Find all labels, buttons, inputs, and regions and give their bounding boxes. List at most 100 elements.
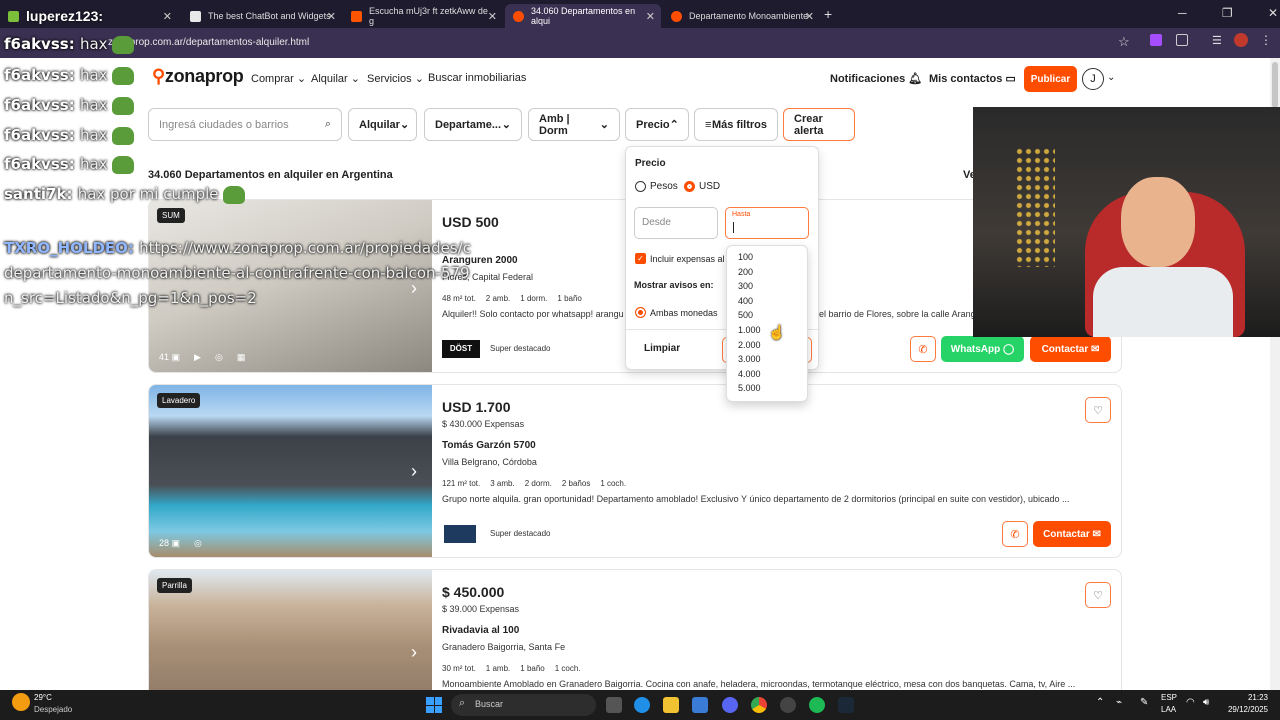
listing-card[interactable]: Lavadero › 28 ▣ ◎ USD 1.700 $ 430.000 Ex… xyxy=(148,384,1122,558)
close-icon[interactable]: ✕ xyxy=(327,10,336,23)
listing-address[interactable]: Tomás Garzón 5700 xyxy=(442,440,536,451)
listing-photo[interactable]: Parrilla › xyxy=(149,570,432,708)
tour-360-icon[interactable]: ◎ xyxy=(215,352,223,363)
tab-music[interactable]: Escucha mUj3r ft zetkAww de g ✕ xyxy=(343,4,503,28)
store-icon[interactable] xyxy=(692,697,708,713)
more-filters-button[interactable]: ≡ Más filtros xyxy=(694,108,778,141)
nav-servicios[interactable]: Servicios ⌄ xyxy=(367,72,424,85)
profile-avatar-icon[interactable] xyxy=(1234,33,1248,47)
contactar-button[interactable]: Contactar ✉ xyxy=(1030,336,1111,362)
price-option[interactable]: 2.000 xyxy=(727,338,807,353)
publisher-logo[interactable] xyxy=(444,525,476,543)
chrome-icon[interactable] xyxy=(751,697,767,713)
price-option[interactable]: 1.000 xyxy=(727,323,807,338)
menu-list-icon[interactable]: ☰ xyxy=(1212,34,1222,47)
clear-button[interactable]: Limpiar xyxy=(644,343,680,354)
favorite-button[interactable]: ♡ xyxy=(1085,397,1111,423)
nav-buscar-inmobiliarias[interactable]: Buscar inmobiliarias xyxy=(428,72,526,84)
close-icon[interactable]: ✕ xyxy=(163,10,172,23)
file-explorer-icon[interactable] xyxy=(663,697,679,713)
windows-start-icon[interactable] xyxy=(426,697,442,713)
extensions-puzzle-icon[interactable] xyxy=(1176,34,1188,46)
tab-zonaprop-detail[interactable]: Departamento Monoambiente ✕ xyxy=(663,4,820,28)
maximize-icon[interactable]: ❐ xyxy=(1222,6,1233,20)
network-icon[interactable]: ⌁ xyxy=(1116,697,1122,708)
chevron-down-icon[interactable]: ⌄ xyxy=(1107,72,1115,83)
github-icon[interactable] xyxy=(780,697,796,713)
wifi-icon[interactable]: ◠ xyxy=(1186,697,1195,708)
weather-temp[interactable]: 29°C xyxy=(34,693,52,702)
zonaprop-logo[interactable]: ⚲zonaprop xyxy=(152,66,244,87)
photo-count[interactable]: 41 ▣ xyxy=(159,352,180,363)
listing-photo[interactable]: SUM › 41 ▣ ▶ ◎ ▦ xyxy=(149,200,432,372)
favorite-button[interactable]: ♡ xyxy=(1085,582,1111,608)
create-alert-button[interactable]: Crear alerta xyxy=(783,108,855,141)
both-currencies-radio[interactable]: Ambas monedas xyxy=(635,307,718,318)
location-search-input[interactable]: Ingresá ciudades o barrios ⌕ xyxy=(148,108,342,141)
listing-description[interactable]: Alquiler!! Solo contacto por whatsapp! a… xyxy=(442,309,624,319)
price-option[interactable]: 400 xyxy=(727,294,807,309)
close-icon[interactable]: ✕ xyxy=(805,10,814,23)
pen-icon[interactable]: ✎ xyxy=(1140,697,1148,708)
edge-icon[interactable] xyxy=(634,697,650,713)
tab-chatbot[interactable]: The best ChatBot and Widgets ✕ xyxy=(182,4,342,28)
listing-card[interactable]: Parrilla › $ 450.000 $ 39.000 Expensas R… xyxy=(148,569,1122,709)
phone-button[interactable]: ✆ xyxy=(1002,521,1028,547)
listing-description-tail[interactable]: el barrio de Flores, sobre la calle Aran… xyxy=(819,309,981,319)
price-option[interactable]: 100 xyxy=(727,250,807,265)
notificaciones-link[interactable]: Notificaciones 🔔︎ xyxy=(830,72,922,85)
price-option[interactable]: 200 xyxy=(727,265,807,280)
discord-icon[interactable] xyxy=(722,697,738,713)
scrollbar-thumb[interactable] xyxy=(1272,62,1278,108)
browser-menu-icon[interactable]: ⋮ xyxy=(1260,33,1272,47)
listing-description[interactable]: Monoambiente Amoblado en Granadero Baigo… xyxy=(442,679,1075,689)
taskbar-search[interactable]: ⌕ Buscar xyxy=(451,694,596,716)
whatsapp-button[interactable]: WhatsApp ◯ xyxy=(941,336,1024,362)
extension-icon[interactable] xyxy=(1150,34,1162,46)
close-icon[interactable]: ✕ xyxy=(488,10,497,23)
clock-time[interactable]: 21:23 xyxy=(1228,693,1268,702)
rooms-select[interactable]: Amb | Dorm ⌄ xyxy=(528,108,620,141)
new-tab-icon[interactable]: + xyxy=(824,6,832,22)
operation-select[interactable]: Alquilar ⌄ xyxy=(348,108,417,141)
tab-zonaprop-list[interactable]: 34.060 Departamentos en alqui ✕ xyxy=(505,4,661,28)
task-view-icon[interactable] xyxy=(606,697,622,713)
minimize-icon[interactable]: ─ xyxy=(1178,6,1187,20)
close-window-icon[interactable]: ✕ xyxy=(1268,6,1278,20)
contactar-button[interactable]: Contactar ✉ xyxy=(1033,521,1111,547)
user-avatar[interactable]: J xyxy=(1082,68,1104,90)
publicar-button[interactable]: Publicar xyxy=(1024,66,1077,92)
chevron-right-icon[interactable]: › xyxy=(411,642,417,663)
include-expenses-checkbox[interactable]: ✓ Incluir expensas al xyxy=(635,253,725,264)
mis-contactos-link[interactable]: Mis contactos ▭ xyxy=(929,72,1016,85)
steam-icon[interactable] xyxy=(838,697,854,713)
video-icon[interactable]: ▶ xyxy=(194,352,201,363)
volume-icon[interactable]: 🔊︎ xyxy=(1203,697,1209,708)
property-type-select[interactable]: Departame... ⌄ xyxy=(424,108,522,141)
price-option[interactable]: 4.000 xyxy=(727,367,807,382)
nav-alquilar[interactable]: Alquilar ⌄ xyxy=(311,72,360,85)
nav-comprar[interactable]: Comprar ⌄ xyxy=(251,72,306,85)
price-option[interactable]: 5.000 xyxy=(727,381,807,396)
price-to-input[interactable]: Hasta xyxy=(725,207,809,239)
tab-streamer[interactable]: luperez123: ✕ xyxy=(0,4,178,28)
currency-usd-radio[interactable]: USD xyxy=(684,181,720,192)
phone-button[interactable]: ✆ xyxy=(910,336,936,362)
tray-chevron-icon[interactable]: ⌃ xyxy=(1096,697,1104,708)
floorplan-icon[interactable]: ▦ xyxy=(237,352,246,363)
listing-photo[interactable]: Lavadero › 28 ▣ ◎ xyxy=(149,385,432,557)
price-select[interactable]: Precio ⌃ xyxy=(625,108,689,141)
chevron-right-icon[interactable]: › xyxy=(411,461,417,482)
price-from-input[interactable]: Desde xyxy=(634,207,718,239)
price-option[interactable]: 500 xyxy=(727,308,807,323)
listing-description[interactable]: Grupo norte alquila. gran oportunidad! D… xyxy=(442,494,1070,504)
close-icon[interactable]: ✕ xyxy=(646,10,655,23)
photo-count[interactable]: 28 ▣ xyxy=(159,538,180,549)
spotify-icon[interactable] xyxy=(809,697,825,713)
currency-pesos-radio[interactable]: Pesos xyxy=(635,181,678,192)
price-option[interactable]: 3.000 xyxy=(727,352,807,367)
bookmark-star-icon[interactable]: ☆ xyxy=(1118,34,1130,50)
language-indicator[interactable]: ESP xyxy=(1161,693,1177,702)
url-field[interactable]: zonaprop.com.ar/departamentos-alquiler.h… xyxy=(60,33,1140,53)
tour-360-icon[interactable]: ◎ xyxy=(194,538,202,549)
